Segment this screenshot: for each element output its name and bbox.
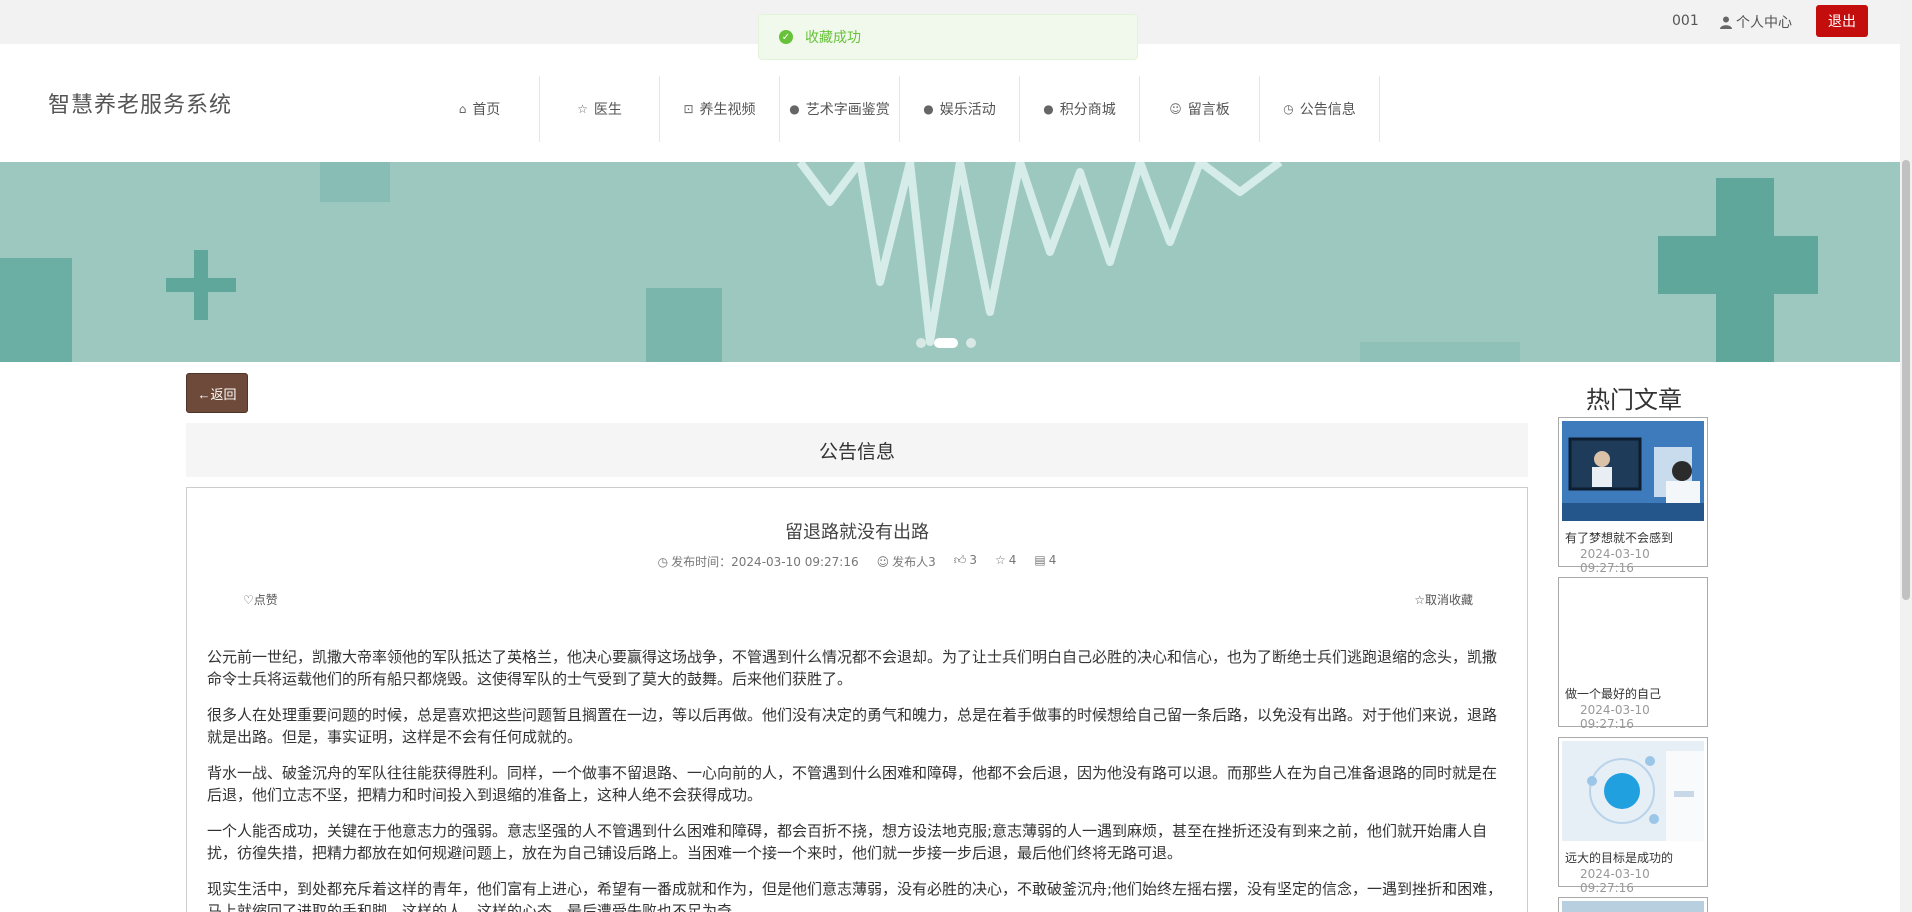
smile-icon: ☺: [1169, 102, 1182, 116]
section-title: 公告信息: [186, 423, 1528, 477]
logout-button[interactable]: 退出: [1816, 5, 1868, 37]
publish-time: ◷ 发布时间：2024-03-10 09:27:16: [658, 553, 859, 570]
article-meta: ◷ 发布时间：2024-03-10 09:27:16 ☺ 发布人3 👍︎ 3 ☆ 4 ▤…: [187, 553, 1527, 570]
comment-count: ▤ 4: [1034, 553, 1056, 570]
nav-item-label: 公告信息: [1299, 102, 1356, 118]
nav-item-entertainment[interactable]: ● 娱乐活动: [900, 76, 1020, 142]
back-button[interactable]: ←返回: [186, 373, 248, 413]
hot-article-card[interactable]: 远大的目标是成功的 2024-03-10 09:27:16: [1558, 737, 1708, 895]
nav-item-announcement[interactable]: ◷ 公告信息: [1260, 76, 1380, 142]
carousel-dot[interactable]: [916, 338, 926, 348]
like-count: 👍︎ 3: [954, 553, 977, 570]
star-icon: ☆: [577, 102, 588, 116]
like-count-value: 3: [969, 553, 977, 567]
hot-article-date: 2024-03-10 09:27:16: [1580, 547, 1650, 575]
article-thumbnail: [1562, 901, 1704, 912]
like-button[interactable]: ♡点赞: [243, 591, 278, 608]
article-thumbnail: [1562, 741, 1704, 841]
site-logo[interactable]: 智慧养老服务系统: [48, 87, 232, 119]
article-panel: 留退路就没有出路 ◷ 发布时间：2024-03-10 09:27:16 ☺ 发布人3…: [186, 487, 1528, 912]
nav-item-health-video[interactable]: ⊡ 养生视频: [660, 76, 780, 142]
hot-article-title: 做一个最好的自己: [1565, 687, 1662, 701]
article-paragraph: 很多人在处理重要问题的时候，总是喜欢把这些问题暂且搁置在一边，等以后再做。他们没…: [207, 706, 1498, 746]
page-scrollbar[interactable]: [1900, 0, 1912, 912]
site-header: 智慧养老服务系统 ⌂ 首页 ☆ 医生 ⊡ 养生视频 ● 艺术字画鉴赏 ● 娱乐活…: [0, 44, 1900, 162]
unfavorite-button[interactable]: ☆取消收藏: [1414, 591, 1473, 608]
nav-item-label: 娱乐活动: [939, 102, 996, 118]
carousel-dot[interactable]: [966, 338, 976, 348]
hot-article-card[interactable]: 做一个最好的自己 2024-03-10 09:27:16: [1558, 577, 1708, 731]
personal-center-label: 个人中心: [1736, 15, 1792, 31]
username-label: 001: [1672, 13, 1699, 29]
success-toast: ✓ 收藏成功: [758, 14, 1138, 60]
nav-item-label: 首页: [472, 102, 501, 118]
nav-item-art[interactable]: ● 艺术字画鉴赏: [780, 76, 900, 142]
hot-article-title: 有了梦想就不会感到: [1565, 531, 1674, 545]
heart-icon: ♡: [243, 593, 254, 607]
article-title: 留退路就没有出路: [785, 522, 929, 543]
home-icon: ⌂: [458, 102, 467, 116]
publish-time-label: 发布时间：: [671, 555, 732, 569]
article-paragraph: 公元前一世纪，凯撒大帝率领他的军队抵达了英格兰，他决心要赢得这场战争，不管遇到什…: [207, 648, 1498, 688]
nav-item-doctor[interactable]: ☆ 医生: [540, 76, 660, 142]
banner-carousel: [0, 162, 1900, 362]
thumbs-up-icon: 👍︎: [953, 553, 967, 567]
nav-item-label: 留言板: [1187, 102, 1230, 118]
user-icon: [1720, 16, 1732, 29]
nav-item-label: 养生视频: [699, 102, 756, 118]
personal-center-link[interactable]: 个人中心: [1720, 12, 1792, 32]
hot-articles-title: 热门文章: [1586, 386, 1682, 414]
info-icon: ●: [789, 102, 800, 116]
carousel-dot-active[interactable]: [934, 338, 958, 348]
article-paragraph: 现实生活中，到处都充斥着这样的青年，他们富有上进心，希望有一番成就和作为，但是他…: [207, 880, 1503, 912]
hot-article-date: 2024-03-10 09:27:16: [1580, 703, 1650, 731]
check-circle-icon: ✓: [779, 30, 793, 44]
star-icon: ☆: [994, 553, 1006, 567]
favorite-count: ☆ 4: [995, 553, 1016, 570]
star-icon: ☆: [1414, 593, 1425, 607]
article-thumbnail: [1562, 421, 1704, 521]
hot-article-card[interactable]: [1558, 897, 1708, 912]
carousel-indicators: [916, 338, 976, 348]
comment-count-value: 4: [1048, 553, 1057, 567]
question-icon: ●: [923, 102, 934, 116]
article-thumbnail: [1562, 581, 1704, 681]
nav-item-message-board[interactable]: ☺ 留言板: [1140, 76, 1260, 142]
hot-article-date: 2024-03-10 09:27:16: [1580, 867, 1650, 895]
publisher-value: 发布人3: [892, 555, 936, 569]
unfavorite-label: 取消收藏: [1424, 593, 1473, 607]
article-body: 公元前一世纪，凯撒大帝率领他的军队抵达了英格兰，他决心要赢得这场战争，不管遇到什…: [207, 646, 1507, 912]
nav-item-label: 积分商城: [1059, 102, 1116, 118]
toast-message: 收藏成功: [805, 30, 861, 46]
favorite-count-value: 4: [1008, 553, 1017, 567]
clock-icon: ◷: [1283, 102, 1294, 116]
scrollbar-thumb[interactable]: [1902, 160, 1910, 600]
main-nav: ⌂ 首页 ☆ 医生 ⊡ 养生视频 ● 艺术字画鉴赏 ● 娱乐活动 ● 积分商城 …: [420, 76, 1380, 142]
publisher: ☺ 发布人3: [877, 553, 936, 570]
publish-time-value: 2024-03-10 09:27:16: [731, 555, 859, 569]
hot-article-title: 远大的目标是成功的: [1565, 851, 1674, 865]
clock-icon: ◷: [657, 555, 669, 569]
comment-icon: ▤: [1034, 553, 1046, 567]
bag-icon: ⊡: [683, 102, 694, 116]
article-paragraph: 背水一战、破釜沉舟的军队往往能获得胜利。同样，一个做事不留退路、一心向前的人，不…: [207, 764, 1498, 804]
nav-item-home[interactable]: ⌂ 首页: [420, 76, 540, 142]
article-paragraph: 一个人能否成功，关键在于他意志力的强弱。意志坚强的人不管遇到什么困难和障碍，都会…: [207, 822, 1488, 862]
banner-image: [0, 162, 1900, 362]
user-icon: ☺: [876, 555, 890, 569]
like-label: 点赞: [253, 593, 278, 607]
nav-item-label: 艺术字画鉴赏: [805, 102, 890, 118]
nav-item-points-mall[interactable]: ● 积分商城: [1020, 76, 1140, 142]
nav-item-label: 医生: [593, 102, 622, 118]
hot-article-card[interactable]: 有了梦想就不会感到 2024-03-10 09:27:16: [1558, 417, 1708, 575]
info-icon: ●: [1043, 102, 1054, 116]
